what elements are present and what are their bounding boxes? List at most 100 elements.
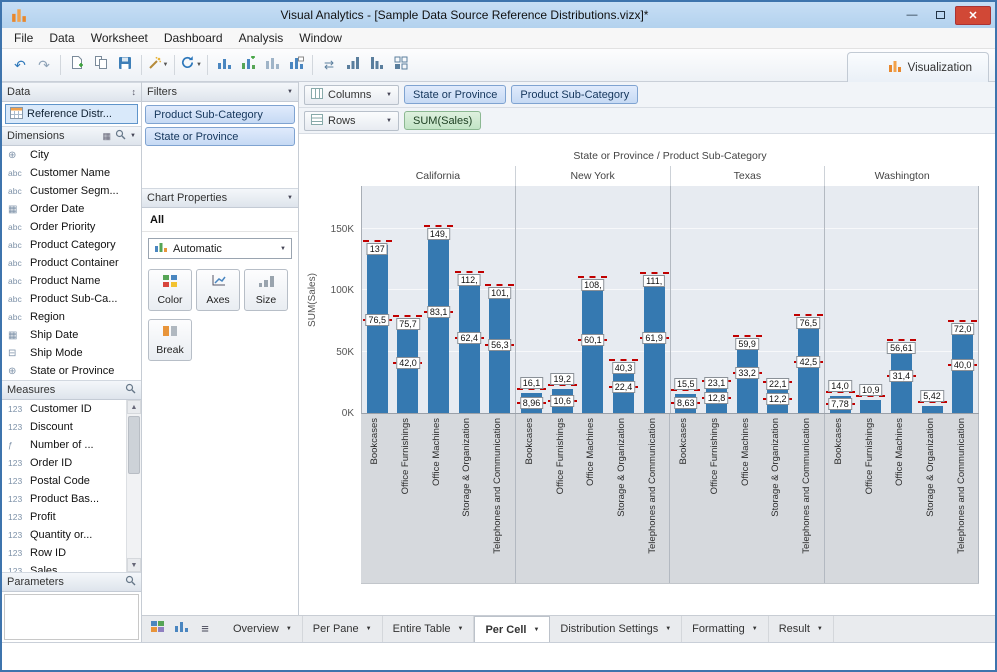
- mark-type-select[interactable]: Automatic ▼: [148, 238, 292, 259]
- bar-washington-storage-organization[interactable]: [922, 406, 943, 413]
- dimension-product-sub-ca[interactable]: abcProduct Sub-Ca...: [2, 290, 141, 308]
- sort-ascending-button[interactable]: [341, 53, 365, 77]
- chevron-down-icon[interactable]: ▼: [287, 89, 293, 95]
- bar-california-telephones-and-communication[interactable]: [489, 289, 510, 413]
- measure-customer-id[interactable]: 123Customer ID: [2, 400, 126, 418]
- scroll-down-icon[interactable]: ▼: [127, 558, 141, 572]
- category-label-telephones-and-communication[interactable]: Telephones and Communication: [956, 418, 967, 554]
- filter-pill-state-or-province[interactable]: State or Province: [145, 127, 295, 146]
- category-label-office-machines[interactable]: Office Machines: [894, 418, 905, 486]
- dimension-ship-date[interactable]: ▦Ship Date: [2, 326, 141, 344]
- menu-file[interactable]: File: [6, 29, 41, 47]
- menu-worksheet[interactable]: Worksheet: [83, 29, 156, 47]
- tab-overview[interactable]: Overview▼: [223, 616, 303, 642]
- bar-california-bookcases[interactable]: [367, 245, 388, 413]
- bar-washington-office-furnishings[interactable]: [860, 400, 881, 413]
- tab-distribution-settings[interactable]: Distribution Settings▼: [550, 616, 682, 642]
- redo-button[interactable]: ↷: [32, 53, 56, 77]
- measure-discount[interactable]: 123Discount: [2, 418, 126, 436]
- data-source-item[interactable]: Reference Distr...: [5, 104, 138, 124]
- category-label-telephones-and-communication[interactable]: Telephones and Communication: [647, 418, 658, 554]
- list-view-button[interactable]: ≡: [195, 619, 215, 639]
- close-button[interactable]: ✕: [955, 6, 991, 25]
- maximize-button[interactable]: [927, 6, 953, 25]
- search-icon[interactable]: [125, 383, 136, 397]
- chevron-down-icon[interactable]: ▼: [287, 195, 293, 201]
- tab-per-cell[interactable]: Per Cell▼: [474, 616, 550, 642]
- tab-formatting[interactable]: Formatting▼: [682, 616, 769, 642]
- label-marks-button[interactable]: [284, 53, 308, 77]
- bar-new-york-office-machines[interactable]: [582, 281, 603, 413]
- menu-data[interactable]: Data: [41, 29, 82, 47]
- search-icon[interactable]: [115, 129, 126, 143]
- grid-layout-button[interactable]: [389, 53, 413, 77]
- bar-california-office-machines[interactable]: [428, 230, 449, 413]
- measure-profit[interactable]: 123Profit: [2, 508, 126, 526]
- category-label-office-machines[interactable]: Office Machines: [740, 418, 751, 486]
- dimension-customer-name[interactable]: abcCustomer Name: [2, 164, 141, 182]
- axes-button[interactable]: Axes: [196, 269, 240, 311]
- dimension-product-category[interactable]: abcProduct Category: [2, 236, 141, 254]
- size-button[interactable]: Size: [244, 269, 288, 311]
- dimension-product-name[interactable]: abcProduct Name: [2, 272, 141, 290]
- refresh-button[interactable]: ▼: [179, 53, 203, 77]
- dimension-region[interactable]: abcRegion: [2, 308, 141, 326]
- measure-row-id[interactable]: 123Row ID: [2, 544, 126, 562]
- scrollbar-thumb[interactable]: [128, 416, 140, 474]
- new-worksheet-button[interactable]: [65, 53, 89, 77]
- dimension-ship-mode[interactable]: ⊟Ship Mode: [2, 344, 141, 362]
- add-measure-chart-button[interactable]: [260, 53, 284, 77]
- menu-dashboard[interactable]: Dashboard: [156, 29, 231, 47]
- category-label-telephones-and-communication[interactable]: Telephones and Communication: [492, 418, 503, 554]
- category-label-office-furnishings[interactable]: Office Furnishings: [864, 418, 875, 494]
- columns-pill-state-or-province[interactable]: State or Province: [404, 85, 506, 104]
- dimension-product-container[interactable]: abcProduct Container: [2, 254, 141, 272]
- category-label-office-furnishings[interactable]: Office Furnishings: [555, 418, 566, 494]
- dimension-order-date[interactable]: ▦Order Date: [2, 200, 141, 218]
- dimension-customer-segm[interactable]: abcCustomer Segm...: [2, 182, 141, 200]
- bar-california-storage-organization[interactable]: [459, 276, 480, 413]
- minimize-button[interactable]: —: [899, 6, 925, 25]
- dimension-order-priority[interactable]: abcOrder Priority: [2, 218, 141, 236]
- category-label-bookcases[interactable]: Bookcases: [524, 418, 535, 464]
- color-button[interactable]: Color: [148, 269, 192, 311]
- columns-shelf-button[interactable]: Columns ▼: [304, 85, 399, 105]
- filter-pill-product-sub-category[interactable]: Product Sub-Category: [145, 105, 295, 124]
- category-label-storage-organization[interactable]: Storage & Organization: [461, 418, 472, 517]
- scroll-up-icon[interactable]: ▲: [127, 400, 141, 414]
- duplicate-worksheet-button[interactable]: [89, 53, 113, 77]
- add-column-chart-button[interactable]: [212, 53, 236, 77]
- tab-entire-table[interactable]: Entire Table▼: [383, 616, 475, 642]
- save-button[interactable]: [113, 53, 137, 77]
- menu-window[interactable]: Window: [291, 29, 350, 47]
- chart-view-button[interactable]: [171, 619, 191, 639]
- category-label-storage-organization[interactable]: Storage & Organization: [616, 418, 627, 517]
- view-grid-icon[interactable]: ▦: [103, 131, 112, 142]
- category-label-telephones-and-communication[interactable]: Telephones and Communication: [801, 418, 812, 554]
- category-label-office-machines[interactable]: Office Machines: [585, 418, 596, 486]
- sort-updown-icon[interactable]: ↕: [132, 87, 137, 97]
- swap-rows-columns-button[interactable]: ⇄: [317, 53, 341, 77]
- search-icon[interactable]: [125, 575, 136, 589]
- category-label-office-furnishings[interactable]: Office Furnishings: [709, 418, 720, 494]
- category-label-storage-organization[interactable]: Storage & Organization: [925, 418, 936, 517]
- category-label-office-furnishings[interactable]: Office Furnishings: [400, 418, 411, 494]
- measure-number-of[interactable]: ƒNumber of ...: [2, 436, 126, 454]
- add-row-chart-button[interactable]: [236, 53, 260, 77]
- category-label-bookcases[interactable]: Bookcases: [369, 418, 380, 464]
- tab-per-pane[interactable]: Per Pane▼: [303, 616, 383, 642]
- measure-quantity-or[interactable]: 123Quantity or...: [2, 526, 126, 544]
- measures-scrollbar[interactable]: ▲ ▼: [126, 400, 141, 572]
- sort-descending-button[interactable]: [365, 53, 389, 77]
- rows-shelf-button[interactable]: Rows ▼: [304, 111, 399, 131]
- visualization-tab[interactable]: Visualization: [847, 52, 989, 82]
- dimension-state-or-province[interactable]: ⊕State or Province: [2, 362, 141, 380]
- format-wand-button[interactable]: ▼: [146, 53, 170, 77]
- category-label-bookcases[interactable]: Bookcases: [678, 418, 689, 464]
- chevron-down-icon[interactable]: ▼: [130, 133, 136, 139]
- bar-new-york-telephones-and-communication[interactable]: [644, 277, 665, 413]
- break-button[interactable]: Break: [148, 319, 192, 361]
- show-cards-button[interactable]: [147, 619, 167, 639]
- undo-button[interactable]: ↶: [8, 53, 32, 77]
- tab-result[interactable]: Result▼: [769, 616, 834, 642]
